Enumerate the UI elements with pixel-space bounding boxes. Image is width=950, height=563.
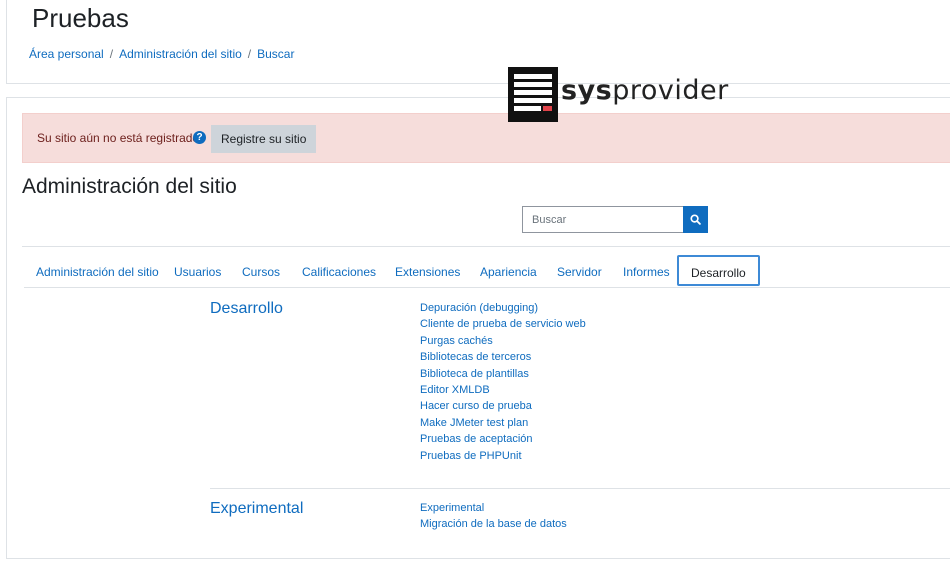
category-heading-desarrollo[interactable]: Desarrollo	[210, 300, 283, 318]
question-circle-icon[interactable]: ?	[193, 131, 206, 144]
tab-calificaciones[interactable]: Calificaciones	[302, 255, 376, 287]
list-item: Pruebas de PHPUnit	[420, 448, 586, 464]
breadcrumb-item-administracion[interactable]: Administración del sitio	[119, 47, 242, 61]
breadcrumb-item-buscar[interactable]: Buscar	[257, 47, 294, 61]
search-button[interactable]	[683, 206, 708, 233]
alert-message: Su sitio aún no está registrado.	[37, 131, 203, 145]
tab-desarrollo[interactable]: Desarrollo	[677, 255, 760, 286]
breadcrumb-item-area-personal[interactable]: Área personal	[29, 47, 104, 61]
link-phpunit[interactable]: Pruebas de PHPUnit	[420, 450, 522, 462]
registration-alert: Su sitio aún no está registrado. ? Regis…	[22, 113, 950, 163]
list-item: Editor XMLDB	[420, 382, 586, 398]
link-experimental[interactable]: Experimental	[420, 502, 484, 514]
admin-search	[522, 206, 708, 233]
list-item: Make JMeter test plan	[420, 415, 586, 431]
list-item: Hacer curso de prueba	[420, 398, 586, 414]
divider	[210, 488, 950, 489]
experimental-links: Experimental Migración de la base de dat…	[420, 500, 567, 533]
tab-usuarios[interactable]: Usuarios	[174, 255, 221, 287]
link-editor-xmldb[interactable]: Editor XMLDB	[420, 384, 490, 396]
link-pruebas-aceptacion[interactable]: Pruebas de aceptación	[420, 433, 533, 445]
list-item: Depuración (debugging)	[420, 300, 586, 316]
server-icon	[508, 66, 558, 122]
link-migracion-bd[interactable]: Migración de la base de datos	[420, 518, 567, 530]
desarrollo-links: Depuración (debugging) Cliente de prueba…	[420, 300, 586, 464]
link-jmeter[interactable]: Make JMeter test plan	[420, 417, 528, 429]
list-item: Migración de la base de datos	[420, 516, 567, 532]
search-input[interactable]	[522, 206, 683, 233]
tab-extensiones[interactable]: Extensiones	[395, 255, 460, 287]
register-site-button[interactable]: Registre su sitio	[211, 125, 317, 153]
tab-administracion[interactable]: Administración del sitio	[36, 255, 159, 287]
section-title: Administración del sitio	[22, 175, 237, 198]
link-bibliotecas-terceros[interactable]: Bibliotecas de terceros	[420, 351, 531, 363]
link-curso-prueba[interactable]: Hacer curso de prueba	[420, 400, 532, 412]
logo-text: sysprovider	[561, 74, 729, 106]
link-biblioteca-plantillas[interactable]: Biblioteca de plantillas	[420, 368, 529, 380]
admin-tabs: Administración del sitio Usuarios Cursos…	[24, 255, 950, 288]
list-item: Bibliotecas de terceros	[420, 349, 586, 365]
list-item: Cliente de prueba de servicio web	[420, 316, 586, 332]
divider	[22, 246, 950, 247]
breadcrumb: Área personal / Administración del sitio…	[29, 47, 294, 61]
list-item: Experimental	[420, 500, 567, 516]
tab-informes[interactable]: Informes	[623, 255, 670, 287]
tab-servidor[interactable]: Servidor	[557, 255, 602, 287]
link-depuracion[interactable]: Depuración (debugging)	[420, 302, 538, 314]
link-cliente-prueba[interactable]: Cliente de prueba de servicio web	[420, 318, 586, 330]
list-item: Biblioteca de plantillas	[420, 366, 586, 382]
list-item: Purgas cachés	[420, 333, 586, 349]
tab-apariencia[interactable]: Apariencia	[480, 255, 537, 287]
tab-cursos[interactable]: Cursos	[242, 255, 280, 287]
link-purgas-caches[interactable]: Purgas cachés	[420, 335, 493, 347]
breadcrumb-separator: /	[109, 47, 114, 61]
page-header: Pruebas Área personal / Administración d…	[6, 0, 950, 84]
category-heading-experimental[interactable]: Experimental	[210, 500, 303, 518]
search-icon	[690, 214, 701, 225]
breadcrumb-separator: /	[247, 47, 252, 61]
list-item: Pruebas de aceptación	[420, 431, 586, 447]
sysprovider-logo: sysprovider	[508, 66, 729, 122]
page-title: Pruebas	[32, 3, 129, 33]
